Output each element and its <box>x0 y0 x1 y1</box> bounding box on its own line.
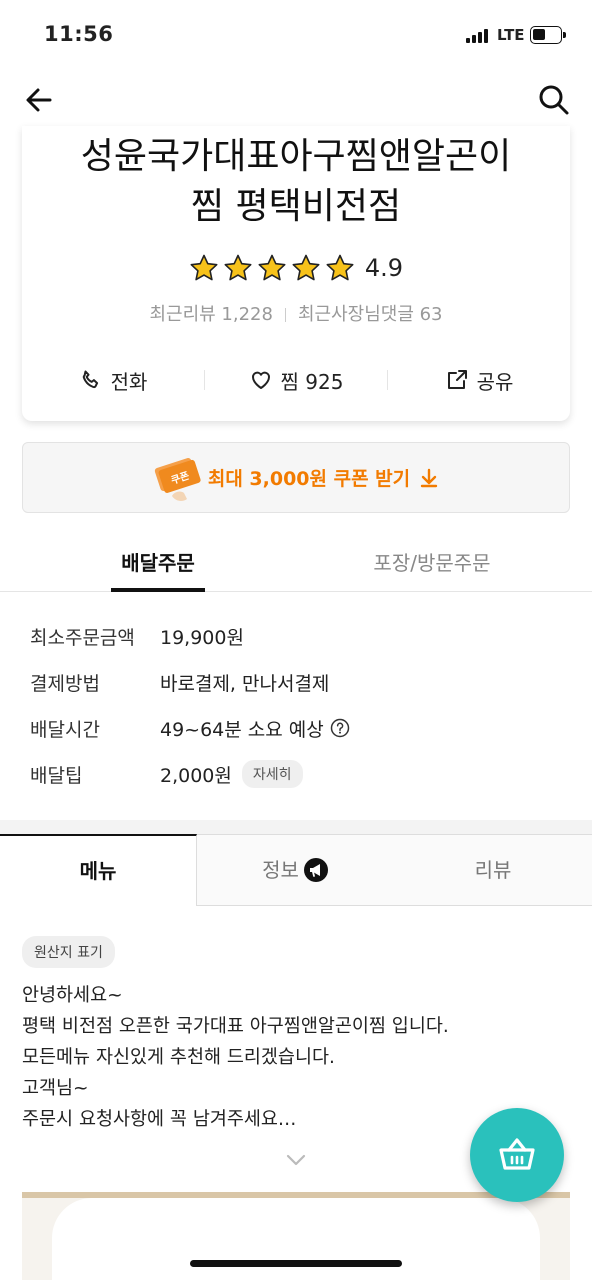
share-icon <box>447 370 467 389</box>
delivery-tip-row: 배달팁 2,000원 자세히 <box>30 760 303 788</box>
like-label: 찜 925 <box>280 369 344 394</box>
delivery-time-row: 배달시간 49~64분 소요 예상 <box>30 714 350 742</box>
info-label: 배달시간 <box>30 718 100 741</box>
back-arrow-icon[interactable] <box>22 82 58 118</box>
info-value: 49~64분 소요 예상 <box>160 718 324 741</box>
info-label: 최소주문금액 <box>30 626 135 649</box>
store-header-card: 성윤국가대표아구찜앤알곤이 찜 평택비전점 4.9 최근리뷰 1,228 최근사장님… <box>22 126 570 421</box>
payment-method-row: 결제방법 바로결제, 만나서결제 <box>30 668 329 696</box>
tip-detail-button[interactable]: 자세히 <box>241 760 303 788</box>
star-icon <box>326 254 354 281</box>
notice-line: 고객님~ <box>22 1078 89 1099</box>
tab-delivery-order[interactable]: 배달주문 <box>10 536 306 591</box>
network-type: LTE <box>497 26 525 44</box>
recent-reviews-count[interactable]: 최근리뷰 1,228 <box>149 304 273 325</box>
rating-value: 4.9 <box>364 254 404 282</box>
notice-line: 평택 비전점 오픈한 국가대표 아구찜앤알곤이찜 입니다. <box>22 1016 449 1037</box>
home-indicator <box>190 1260 402 1267</box>
status-time: 11:56 <box>44 22 114 46</box>
star-icon <box>258 254 286 281</box>
store-name: 성윤국가대표아구찜앤알곤이 찜 평택비전점 <box>80 136 512 227</box>
tab-info[interactable]: 정보 <box>197 834 394 906</box>
store-notice: 안녕하세요~ 평택 비전점 오픈한 국가대표 아구찜앤알곤이찜 입니다. 모든메… <box>22 980 562 1135</box>
chevron-down-icon[interactable] <box>284 1150 308 1170</box>
info-value: 바로결제, 만나서결제 <box>160 672 330 695</box>
rating-row: 4.9 <box>22 250 570 286</box>
notice-line: 안녕하세요~ <box>22 985 123 1006</box>
content-tabs: 메뉴 정보 리뷰 <box>0 834 592 906</box>
notice-line: 모든메뉴 자신있게 추천해 드리겠습니다. <box>22 1047 335 1068</box>
tab-info-label: 정보 <box>262 858 299 882</box>
tab-pickup-order[interactable]: 포장/방문주문 <box>284 536 580 591</box>
owner-replies-count[interactable]: 최근사장님댓글 63 <box>298 304 443 325</box>
download-arrow-icon <box>420 468 438 487</box>
order-type-tabs: 배달주문 포장/방문주문 <box>0 536 592 592</box>
share-button[interactable]: 공유 <box>388 366 570 395</box>
min-order-row: 최소주문금액 19,900원 <box>30 622 244 650</box>
tab-reviews[interactable]: 리뷰 <box>394 834 592 906</box>
info-value: 19,900원 <box>160 626 244 649</box>
tab-menu[interactable]: 메뉴 <box>0 834 197 906</box>
call-button[interactable]: 전화 <box>22 366 204 395</box>
info-value-wrap: 2,000원 자세히 <box>160 760 303 788</box>
star-icon <box>224 254 252 281</box>
origin-label-button[interactable]: 원산지 표기 <box>22 936 115 968</box>
basket-icon <box>499 1138 535 1170</box>
status-bar: 11:56 LTE <box>0 0 592 70</box>
info-label: 배달팁 <box>30 764 83 787</box>
tab-menu-label: 메뉴 <box>79 859 117 883</box>
star-rating <box>189 253 355 283</box>
star-icon <box>190 254 218 281</box>
info-value-wrap: 49~64분 소요 예상 <box>160 715 350 742</box>
megaphone-icon <box>303 858 328 882</box>
cart-button[interactable] <box>470 1108 564 1202</box>
active-tab-indicator <box>111 588 205 592</box>
tab-reviews-label: 리뷰 <box>474 858 512 882</box>
phone-icon <box>82 370 98 389</box>
battery-icon <box>530 26 566 44</box>
like-button[interactable]: 찜 925 <box>205 366 387 395</box>
question-icon[interactable] <box>330 718 350 738</box>
search-icon[interactable] <box>536 82 572 118</box>
share-label: 공유 <box>476 369 514 394</box>
signal-icon <box>466 29 490 43</box>
info-value: 2,000원 <box>160 764 232 787</box>
coupon-button[interactable]: 쿠폰 최대 3,000원 쿠폰 받기 <box>22 442 570 513</box>
star-icon <box>292 254 320 281</box>
call-label: 전화 <box>110 369 148 394</box>
review-counts: 최근리뷰 1,228 최근사장님댓글 63 <box>22 300 570 326</box>
heart-icon <box>251 371 270 389</box>
info-label: 결제방법 <box>30 672 100 695</box>
coupon-ticket-icon: 쿠폰 <box>154 457 201 501</box>
coupon-label: 최대 3,000원 쿠폰 받기 <box>207 468 411 490</box>
store-actions: 전화 찜 925 공유 <box>22 360 570 400</box>
